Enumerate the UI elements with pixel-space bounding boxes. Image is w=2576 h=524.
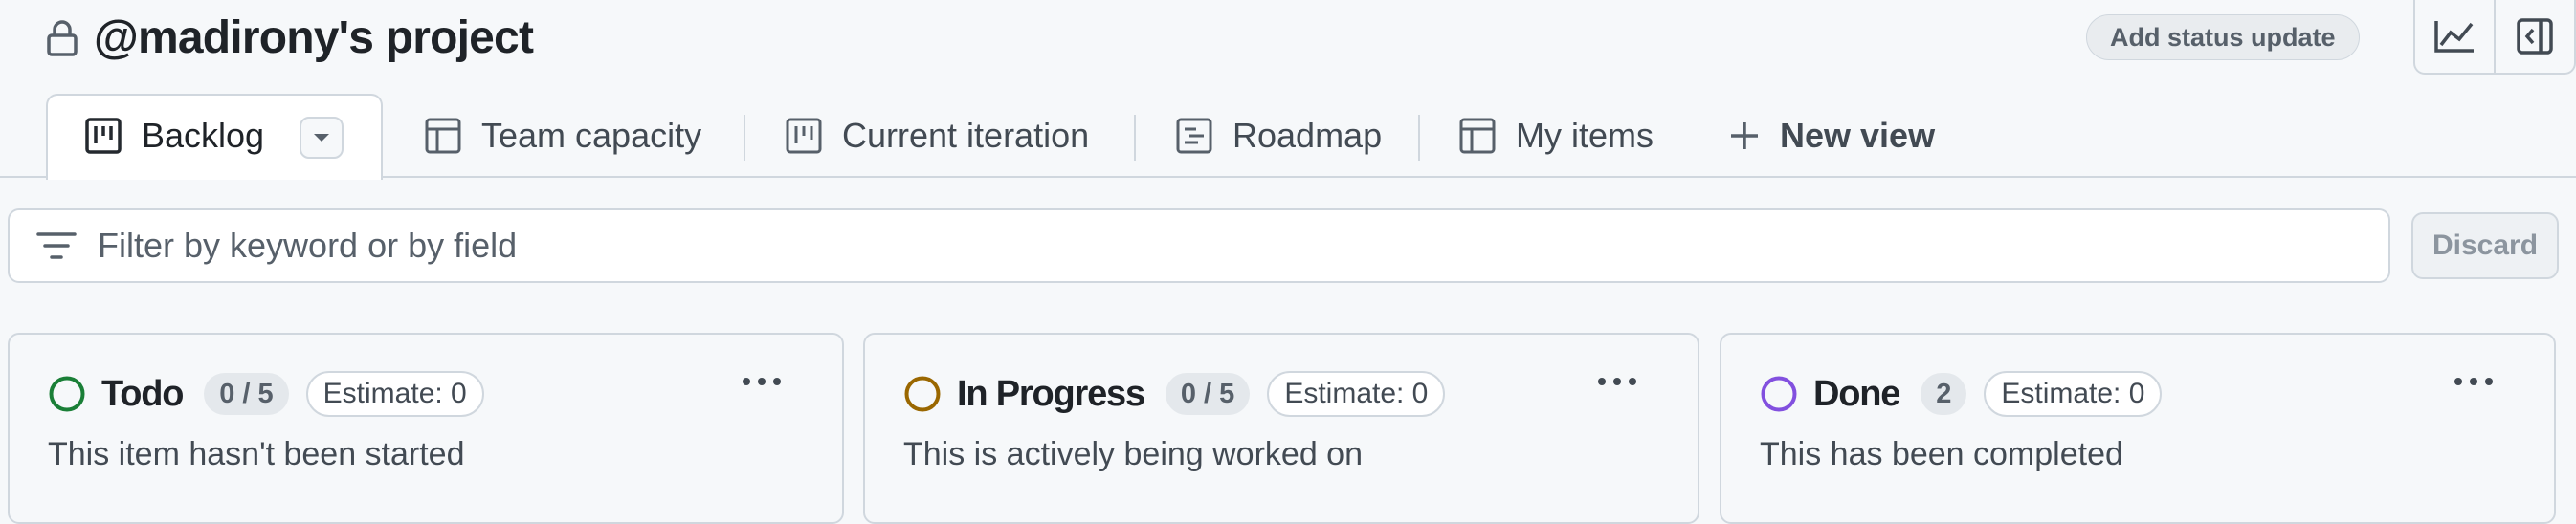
sidebar-toggle-icon (2516, 17, 2554, 55)
column-title: Todo (101, 373, 184, 414)
filter-input[interactable] (98, 226, 2298, 266)
roadmap-icon (1175, 117, 1213, 155)
table-icon (1458, 117, 1497, 155)
estimate-badge: Estimate: 0 (305, 371, 484, 417)
tab-label: Current iteration (842, 116, 1090, 155)
tab-team-capacity[interactable]: Team capacity (424, 105, 701, 166)
kebab-horizontal-icon (741, 375, 783, 388)
board-column-todo: Todo 0 / 5 Estimate: 0 This item hasn't … (8, 333, 844, 524)
lock-icon (46, 19, 78, 57)
status-circle-icon (903, 375, 942, 413)
new-view-button[interactable]: New view (1728, 105, 1935, 166)
graph-icon (2432, 18, 2476, 55)
estimate-badge: Estimate: 0 (1984, 371, 2163, 417)
tab-label: Team capacity (481, 116, 702, 155)
status-circle-icon (48, 375, 86, 413)
plus-icon (1728, 120, 1761, 152)
item-count-badge: 2 (1921, 373, 1967, 415)
column-menu-button[interactable] (1596, 375, 1638, 388)
column-title: In Progress (957, 373, 1145, 414)
tab-label: New view (1780, 116, 1936, 155)
tab-separator (744, 115, 745, 161)
item-count-badge: 0 / 5 (1165, 373, 1251, 415)
column-description: This is actively being worked on (903, 436, 1364, 472)
filter-icon (36, 231, 77, 260)
kebab-horizontal-icon (2453, 375, 2495, 388)
discard-button[interactable]: Discard (2411, 212, 2559, 279)
status-circle-icon (1760, 375, 1798, 413)
tab-current-iteration[interactable]: Current iteration (785, 105, 1089, 166)
item-count-badge: 0 / 5 (204, 373, 289, 415)
tab-label: Roadmap (1232, 116, 1383, 155)
column-menu-button[interactable] (2453, 375, 2495, 388)
tab-backlog[interactable]: Backlog (84, 105, 264, 166)
toggle-sidebar-button[interactable] (2494, 0, 2574, 73)
column-description: This has been completed (1760, 436, 2123, 472)
add-status-update-button[interactable]: Add status update (2086, 14, 2360, 60)
view-options-dropdown[interactable] (300, 117, 344, 159)
project-title: @madirony's project (94, 12, 534, 63)
triangle-down-icon (312, 132, 331, 143)
tab-my-items[interactable]: My items (1458, 105, 1654, 166)
filter-bar (8, 208, 2390, 283)
estimate-badge: Estimate: 0 (1267, 371, 1446, 417)
tab-separator (1418, 115, 1420, 161)
header-button-group (2413, 0, 2576, 75)
tab-label: My items (1516, 116, 1654, 155)
table-icon (424, 117, 462, 155)
column-title: Done (1813, 373, 1900, 414)
insights-button[interactable] (2415, 0, 2494, 73)
tabs-divider (0, 176, 2576, 178)
tab-separator (1134, 115, 1136, 161)
column-menu-button[interactable] (741, 375, 783, 388)
board-icon (84, 117, 122, 155)
tab-roadmap[interactable]: Roadmap (1175, 105, 1382, 166)
board-icon (785, 117, 823, 155)
kebab-horizontal-icon (1596, 375, 1638, 388)
tab-label: Backlog (142, 116, 265, 155)
board-column-in-progress: In Progress 0 / 5 Estimate: 0 This is ac… (863, 333, 1699, 524)
board-column-done: Done 2 Estimate: 0 This has been complet… (1720, 333, 2556, 524)
column-description: This item hasn't been started (48, 436, 465, 472)
